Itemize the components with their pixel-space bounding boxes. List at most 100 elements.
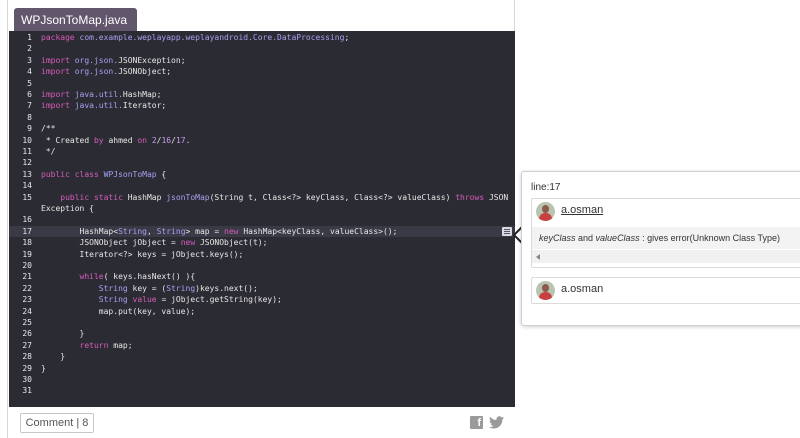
code-text: while( keys.hasNext() ){: [79, 272, 196, 282]
code-line: 24 map.put(key, value);: [9, 306, 515, 317]
line-number[interactable]: 18: [9, 237, 32, 248]
facebook-icon[interactable]: f: [470, 416, 483, 429]
twitter-icon[interactable]: [489, 416, 504, 429]
code-line: 28 }: [9, 351, 515, 362]
code-line: 8: [9, 112, 515, 123]
line-number[interactable]: 9: [9, 123, 32, 134]
code-text: map.put(key, value);: [41, 306, 196, 316]
line-number[interactable]: 27: [9, 340, 32, 351]
code-line: 4 import org.json.JSONObject;: [9, 66, 515, 77]
code-line: 20: [9, 260, 515, 271]
code-line: 14: [9, 180, 515, 191]
code-line: 7 import java.util.Iterator;: [9, 100, 515, 111]
code-text: import org.json.JSONException;: [41, 55, 186, 65]
code-line: 5: [9, 78, 515, 89]
line-number[interactable]: 13: [9, 169, 32, 180]
code-line: 29}: [9, 363, 515, 374]
line-number[interactable]: 26: [9, 328, 32, 339]
code-line: 10 * Created by ahmed on 2/16/17.: [9, 135, 515, 146]
line-number[interactable]: 24: [9, 306, 32, 317]
line-number[interactable]: 10: [9, 135, 32, 146]
avatar[interactable]: [536, 281, 555, 300]
comment-marker-icon[interactable]: [502, 226, 512, 236]
file-tab[interactable]: WPJsonToMap.java: [14, 8, 137, 31]
line-number[interactable]: 16: [9, 214, 32, 225]
code-line: 31: [9, 385, 515, 396]
comment-popup: line:17 a.osman keyClass and valueClass …: [521, 171, 800, 326]
code-line: 19 Iterator<?> keys = jObject.keys();: [9, 249, 515, 260]
line-number[interactable]: 4: [9, 66, 32, 77]
comment-card: a.osman: [531, 277, 800, 304]
code-line: 1 package com.example.weplayapp.weplayand…: [9, 32, 515, 43]
code-line: 3 import org.json.JSONException;: [9, 55, 515, 66]
horizontal-scrollbar[interactable]: [532, 250, 800, 263]
code-text: package com.example.weplayapp.weplayandr…: [41, 33, 350, 42]
comment-author-link[interactable]: a.osman: [561, 204, 603, 216]
code-line: 30: [9, 374, 515, 385]
code-line: 25: [9, 317, 515, 328]
line-number[interactable]: 17: [9, 226, 32, 237]
line-number[interactable]: 8: [9, 112, 32, 123]
code-text: }: [41, 329, 85, 339]
line-number[interactable]: 22: [9, 283, 32, 294]
code-text: public class WPJsonToMap {: [41, 169, 167, 179]
code-text: public static HashMap jsonToMap(String t…: [60, 192, 509, 202]
line-number[interactable]: 25: [9, 317, 32, 328]
comment-text: keyClass and valueClass : gives error(Un…: [532, 227, 800, 249]
line-number[interactable]: 2: [9, 43, 32, 54]
code-text: String value = jObject.getString(key);: [98, 295, 282, 305]
comment-author-link[interactable]: a.osman: [561, 283, 603, 295]
code-line: 27 return map;: [9, 340, 515, 351]
code-text: /**: [41, 124, 56, 134]
line-number[interactable]: 21: [9, 271, 32, 282]
code-line: 6 import java.util.HashMap;: [9, 89, 515, 100]
code-line: 17 HashMap<String, String> map = new Has…: [9, 225, 515, 238]
line-number[interactable]: 11: [9, 146, 32, 157]
code-text: Iterator<?> keys = jObject.keys();: [41, 249, 244, 259]
code-text: * Created by ahmed on 2/16/17.: [41, 135, 191, 145]
code-text: Exception {: [41, 204, 94, 213]
code-text: HashMap<String, String> map = new HashMa…: [41, 226, 398, 236]
code-line: 11 */: [9, 146, 515, 157]
line-number[interactable]: 15: [9, 192, 32, 203]
line-number[interactable]: 20: [9, 260, 32, 271]
code-line: Exception {: [9, 203, 515, 214]
comment-card: a.osman keyClass and valueClass : gives …: [531, 198, 800, 268]
code-line: 15 public static HashMap jsonToMap(Strin…: [9, 192, 515, 203]
line-number[interactable]: 29: [9, 363, 32, 374]
line-number[interactable]: 30: [9, 374, 32, 385]
code-line: 22 String key = (String)keys.next();: [9, 283, 515, 294]
line-number[interactable]: 12: [9, 157, 32, 168]
comment-button[interactable]: Comment | 8: [20, 413, 94, 433]
code-editor: 1 package com.example.weplayapp.weplayand…: [9, 31, 515, 407]
line-number[interactable]: 5: [9, 78, 32, 89]
line-number[interactable]: 28: [9, 351, 32, 362]
line-number[interactable]: 3: [9, 55, 32, 66]
code-text: }: [41, 363, 46, 373]
code-text: import java.util.HashMap;: [41, 90, 162, 99]
code-text: String key = (String)keys.next();: [98, 283, 258, 293]
code-line: 26 }: [9, 328, 515, 339]
line-number[interactable]: 6: [9, 89, 32, 100]
code-text: */: [41, 147, 56, 156]
code-line: 21 while( keys.hasNext() ){: [9, 271, 515, 282]
code-panel: WPJsonToMap.java 1 package com.example.we…: [7, 0, 515, 438]
line-number[interactable]: 1: [9, 32, 32, 43]
line-number[interactable]: 14: [9, 180, 32, 191]
code-text: import org.json.JSONObject;: [41, 67, 172, 77]
code-line: 13 public class WPJsonToMap {: [9, 169, 515, 180]
footer-bar: Comment | 8 f: [9, 407, 515, 438]
line-number[interactable]: 31: [9, 385, 32, 396]
line-label: line:17: [531, 182, 561, 193]
code-text: import java.util.Iterator;: [41, 101, 167, 111]
line-number[interactable]: 19: [9, 249, 32, 260]
line-number[interactable]: 23: [9, 294, 32, 305]
code-line: 12: [9, 157, 515, 168]
code-line: 23 String value = jObject.getString(key)…: [9, 294, 515, 305]
code-line: 16: [9, 214, 515, 225]
code-line: 18 JSONObject jObject = new JSONObject(t…: [9, 237, 515, 248]
line-number[interactable]: 7: [9, 100, 32, 111]
code-line: 2: [9, 43, 515, 54]
scroll-left-icon[interactable]: [536, 254, 540, 260]
avatar[interactable]: [536, 202, 555, 221]
